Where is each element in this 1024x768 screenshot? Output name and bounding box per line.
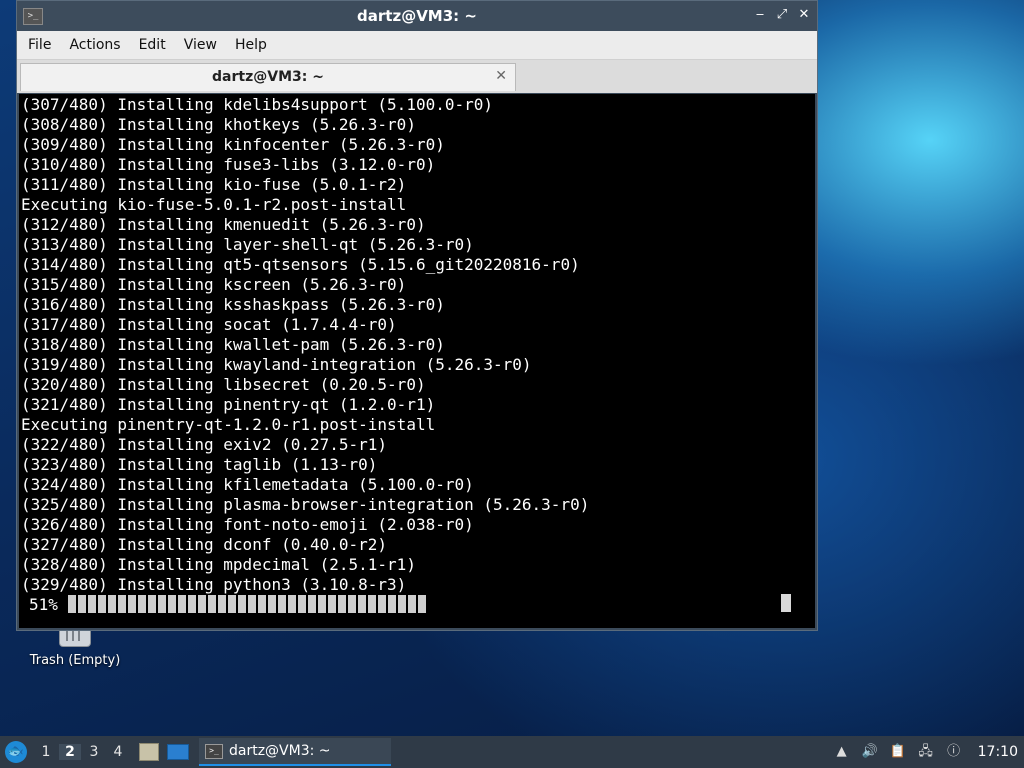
- workspace-4[interactable]: 4: [107, 744, 129, 760]
- install-progress: 51%: [29, 594, 428, 614]
- terminal-line: Executing kio-fuse-5.0.1-r2.post-install: [21, 195, 407, 214]
- progress-bar-fill: [67, 595, 428, 613]
- window-titlebar[interactable]: >_ dartz@VM3: ~ ‒ ⤢ ✕: [17, 1, 817, 31]
- update-icon[interactable]: ⓘ: [946, 744, 962, 760]
- terminal-output[interactable]: (307/480) Installing kdelibs4support (5.…: [19, 94, 815, 628]
- terminal-line: (325/480) Installing plasma-browser-inte…: [21, 495, 590, 514]
- clipboard-icon[interactable]: 📋: [890, 744, 906, 760]
- terminal-line: (327/480) Installing dconf (0.40.0-r2): [21, 535, 388, 554]
- workspace-1[interactable]: 1: [35, 744, 57, 760]
- tab-label: dartz@VM3: ~: [212, 69, 324, 85]
- trash-desktop-icon[interactable]: Trash (Empty): [20, 626, 130, 668]
- terminal-line: (321/480) Installing pinentry-qt (1.2.0-…: [21, 395, 436, 414]
- terminal-window: >_ dartz@VM3: ~ ‒ ⤢ ✕ File Actions Edit …: [16, 0, 818, 631]
- taskbar: 🐟 1 2 3 4 >_ dartz@VM3: ~ ▲ 🔊 📋 🖧 ⓘ 17:1…: [0, 736, 1024, 768]
- menu-actions[interactable]: Actions: [60, 37, 129, 53]
- show-desktop-icon[interactable]: [167, 744, 189, 760]
- terminal-line: (328/480) Installing mpdecimal (2.5.1-r1…: [21, 555, 416, 574]
- progress-percent: 51%: [29, 594, 58, 614]
- terminal-task-icon: >_: [205, 743, 223, 759]
- task-label: dartz@VM3: ~: [229, 743, 331, 759]
- scroll-up-icon[interactable]: ▲: [834, 744, 850, 760]
- terminal-line: (318/480) Installing kwallet-pam (5.26.3…: [21, 335, 445, 354]
- terminal-line: (319/480) Installing kwayland-integratio…: [21, 355, 532, 374]
- progress-bar: [67, 595, 428, 613]
- minimize-button[interactable]: ‒: [753, 7, 767, 23]
- terminal-line: (307/480) Installing kdelibs4support (5.…: [21, 95, 494, 114]
- terminal-lines: (307/480) Installing kdelibs4support (5.…: [19, 94, 815, 595]
- menu-file[interactable]: File: [19, 37, 60, 53]
- terminal-cursor: [781, 594, 791, 612]
- terminal-line: (311/480) Installing kio-fuse (5.0.1-r2): [21, 175, 407, 194]
- close-button[interactable]: ✕: [797, 7, 811, 23]
- system-tray: ▲ 🔊 📋 🖧 ⓘ 17:10: [834, 736, 1024, 768]
- taskbar-task-terminal[interactable]: >_ dartz@VM3: ~: [199, 738, 391, 766]
- terminal-line: (316/480) Installing ksshaskpass (5.26.3…: [21, 295, 445, 314]
- workspace-2[interactable]: 2: [59, 744, 81, 760]
- window-controls: ‒ ⤢ ✕: [753, 7, 811, 23]
- window-title: dartz@VM3: ~: [357, 7, 477, 25]
- menu-help[interactable]: Help: [226, 37, 276, 53]
- menu-edit[interactable]: Edit: [130, 37, 175, 53]
- terminal-line: (314/480) Installing qt5-qtsensors (5.15…: [21, 255, 580, 274]
- trash-label: Trash (Empty): [29, 653, 121, 668]
- terminal-line: (324/480) Installing kfilemetadata (5.10…: [21, 475, 474, 494]
- tab-bar: dartz@VM3: ~ ✕: [17, 60, 817, 93]
- terminal-line: (308/480) Installing khotkeys (5.26.3-r0…: [21, 115, 416, 134]
- terminal-line: (309/480) Installing kinfocenter (5.26.3…: [21, 135, 445, 154]
- maximize-button[interactable]: ⤢: [775, 7, 789, 23]
- terminal-line: (322/480) Installing exiv2 (0.27.5-r1): [21, 435, 388, 454]
- terminal-line: (315/480) Installing kscreen (5.26.3-r0): [21, 275, 407, 294]
- terminal-line: Executing pinentry-qt-1.2.0-r1.post-inst…: [21, 415, 436, 434]
- terminal-line: (317/480) Installing socat (1.7.4.4-r0): [21, 315, 397, 334]
- terminal-app-icon[interactable]: >_: [23, 7, 43, 25]
- start-menu-icon[interactable]: 🐟: [5, 741, 27, 763]
- terminal-line: (312/480) Installing kmenuedit (5.26.3-r…: [21, 215, 426, 234]
- terminal-line: (310/480) Installing fuse3-libs (3.12.0-…: [21, 155, 436, 174]
- file-manager-icon[interactable]: [139, 743, 159, 761]
- network-icon[interactable]: 🖧: [918, 744, 934, 760]
- volume-icon[interactable]: 🔊: [862, 744, 878, 760]
- workspace-3[interactable]: 3: [83, 744, 105, 760]
- terminal-line: (320/480) Installing libsecret (0.20.5-r…: [21, 375, 426, 394]
- terminal-line: (313/480) Installing layer-shell-qt (5.2…: [21, 235, 474, 254]
- tab-close-icon[interactable]: ✕: [495, 68, 507, 84]
- clock[interactable]: 17:10: [978, 744, 1018, 760]
- terminal-line: (329/480) Installing python3 (3.10.8-r3): [21, 575, 407, 594]
- terminal-line: (326/480) Installing font-noto-emoji (2.…: [21, 515, 474, 534]
- menu-view[interactable]: View: [175, 37, 226, 53]
- tab-terminal[interactable]: dartz@VM3: ~ ✕: [20, 63, 516, 91]
- terminal-line: (323/480) Installing taglib (1.13-r0): [21, 455, 378, 474]
- menubar: File Actions Edit View Help: [17, 31, 817, 60]
